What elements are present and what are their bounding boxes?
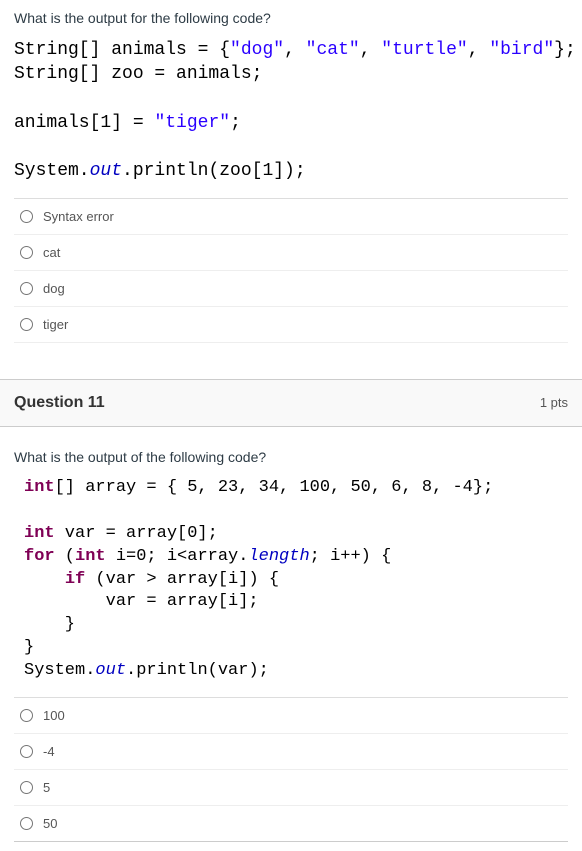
option-label: 5 bbox=[43, 780, 50, 795]
radio-input[interactable] bbox=[20, 210, 33, 223]
code-keyword: int bbox=[75, 547, 106, 566]
question-header: Question 11 1 pts bbox=[0, 379, 582, 427]
code-string: "tiger" bbox=[154, 113, 230, 133]
code-token: , bbox=[468, 40, 490, 60]
code-token: } bbox=[24, 615, 75, 634]
answer-options: Syntax error cat dog tiger bbox=[14, 198, 568, 343]
radio-input[interactable] bbox=[20, 318, 33, 331]
code-token: i=0; i<array. bbox=[106, 547, 249, 566]
answer-option[interactable]: cat bbox=[14, 235, 568, 271]
code-token: .println(zoo[1]); bbox=[122, 161, 306, 181]
code-token: ; i++) { bbox=[310, 547, 392, 566]
code-block: int[] array = { 5, 23, 34, 100, 50, 6, 8… bbox=[14, 477, 568, 683]
code-token: (var > array[i]) { bbox=[85, 570, 279, 589]
question-points: 1 pts bbox=[540, 395, 568, 410]
radio-input[interactable] bbox=[20, 817, 33, 830]
question-11: What is the output of the following code… bbox=[0, 427, 582, 842]
radio-input[interactable] bbox=[20, 282, 33, 295]
code-token bbox=[24, 570, 65, 589]
code-keyword: for bbox=[24, 547, 55, 566]
radio-input[interactable] bbox=[20, 246, 33, 259]
radio-input[interactable] bbox=[20, 709, 33, 722]
code-token: var = array[i]; bbox=[24, 592, 259, 611]
answer-option[interactable]: Syntax error bbox=[14, 199, 568, 235]
code-token: ( bbox=[55, 547, 75, 566]
question-prompt: What is the output for the following cod… bbox=[14, 10, 568, 26]
code-token: } bbox=[24, 638, 34, 657]
code-token: String[] zoo = animals; bbox=[14, 64, 262, 84]
radio-input[interactable] bbox=[20, 745, 33, 758]
code-token: var = array[0]; bbox=[55, 524, 218, 543]
code-block: String[] animals = {"dog", "cat", "turtl… bbox=[14, 38, 568, 184]
answer-option[interactable]: 100 bbox=[14, 698, 568, 734]
answer-option[interactable]: tiger bbox=[14, 307, 568, 343]
code-string: "dog" bbox=[230, 40, 284, 60]
code-string: "cat" bbox=[306, 40, 360, 60]
code-token: System. bbox=[24, 661, 95, 680]
code-keyword: int bbox=[24, 524, 55, 543]
code-field: length bbox=[248, 547, 309, 566]
code-keyword: if bbox=[65, 570, 85, 589]
code-token: [] array = { 5, 23, 34, 100, 50, 6, 8, -… bbox=[55, 478, 494, 497]
question-title: Question 11 bbox=[14, 394, 105, 412]
option-label: cat bbox=[43, 245, 60, 260]
code-token: , bbox=[360, 40, 382, 60]
code-token: animals[1] = bbox=[14, 113, 154, 133]
code-field: out bbox=[95, 661, 126, 680]
code-token: }; bbox=[554, 40, 576, 60]
code-token: String[] animals = { bbox=[14, 40, 230, 60]
question-prompt: What is the output of the following code… bbox=[14, 449, 568, 465]
code-string: "turtle" bbox=[381, 40, 467, 60]
question-10: What is the output for the following cod… bbox=[0, 0, 582, 343]
option-label: 50 bbox=[43, 816, 57, 831]
code-keyword: int bbox=[24, 478, 55, 497]
answer-option[interactable]: 50 bbox=[14, 806, 568, 842]
code-token: System. bbox=[14, 161, 90, 181]
code-token: , bbox=[284, 40, 306, 60]
code-field: out bbox=[90, 161, 122, 181]
answer-option[interactable]: -4 bbox=[14, 734, 568, 770]
option-label: 100 bbox=[43, 708, 65, 723]
option-label: tiger bbox=[43, 317, 68, 332]
answer-option[interactable]: 5 bbox=[14, 770, 568, 806]
question-divider bbox=[0, 343, 582, 379]
option-label: dog bbox=[43, 281, 65, 296]
code-string: "bird" bbox=[489, 40, 554, 60]
option-label: Syntax error bbox=[43, 209, 114, 224]
code-token: .println(var); bbox=[126, 661, 269, 680]
radio-input[interactable] bbox=[20, 781, 33, 794]
answer-option[interactable]: dog bbox=[14, 271, 568, 307]
option-label: -4 bbox=[43, 744, 55, 759]
answer-options: 100 -4 5 50 bbox=[14, 697, 568, 842]
code-token: ; bbox=[230, 113, 241, 133]
